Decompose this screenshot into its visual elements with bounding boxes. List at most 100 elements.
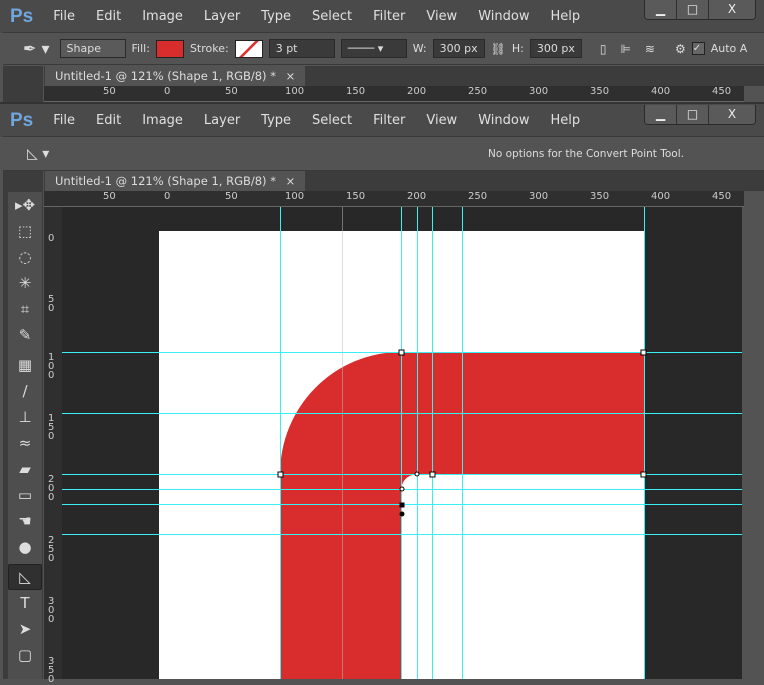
gear-icon[interactable]: ⚙ (675, 42, 686, 56)
menu-2: File Edit Image Layer Type Select Filter View Wi… (53, 113, 601, 128)
auto-add-checkbox[interactable]: ✓ (691, 42, 705, 55)
close-button[interactable]: X (709, 0, 755, 19)
ruler-label: 300 (529, 86, 549, 97)
stamp-tool-icon[interactable]: ⊥ (8, 404, 42, 430)
menu-select[interactable]: Select (312, 9, 352, 24)
vertical-ruler: 0 50 100 150 200 250 300 350 (44, 207, 62, 685)
menu-filter[interactable]: Filter (373, 113, 405, 128)
path-ops-icon[interactable]: ▯ (600, 42, 607, 56)
width-input[interactable]: 300 px (432, 39, 485, 58)
stroke-swatch[interactable] (234, 39, 263, 58)
menu-help[interactable]: Help (550, 113, 580, 128)
smudge-tool-icon[interactable]: ☚ (8, 508, 42, 534)
ruler-label: 150 (48, 413, 55, 442)
ruler-label: 200 (407, 86, 427, 97)
eraser-tool-icon[interactable]: ▰ (8, 456, 42, 482)
anchor-point (277, 471, 284, 478)
fill-swatch[interactable] (155, 39, 184, 58)
history-brush-tool-icon[interactable]: ≈ (8, 430, 42, 456)
h-label: H: (511, 42, 524, 55)
close-tab-icon[interactable]: × (286, 174, 296, 188)
gradient-tool-icon[interactable]: ▭ (8, 482, 42, 508)
menu-file[interactable]: File (53, 9, 75, 24)
path-align-icon[interactable]: ⊫ (620, 42, 630, 56)
link-icon[interactable]: ⛓ (491, 42, 506, 56)
maximize-button[interactable]: □ (677, 0, 709, 19)
minimize-button[interactable]: ▁ (645, 0, 677, 19)
ruler-label: 150 (346, 191, 366, 202)
ruler-label: 350 (590, 191, 610, 202)
magic-wand-tool-icon[interactable]: ✳ (8, 270, 42, 296)
menu-window[interactable]: Window (478, 113, 529, 128)
mode-select[interactable]: Shape (59, 39, 126, 58)
ruler-label: 450 (712, 86, 732, 97)
menu-view[interactable]: View (426, 9, 457, 24)
auto-add-label: Auto A (710, 42, 748, 55)
path-arrange-icon[interactable]: ≋ (645, 42, 655, 56)
menu-type[interactable]: Type (261, 113, 291, 128)
tab-title: Untitled-1 @ 121% (Shape 1, RGB/8) * (55, 174, 276, 188)
ruler-label: 50 (103, 191, 116, 202)
document-tab-2[interactable]: Untitled-1 @ 121% (Shape 1, RGB/8) * × (45, 171, 306, 191)
ruler-label: 50 (225, 191, 238, 202)
menu-window[interactable]: Window (478, 9, 529, 24)
move-tool-icon[interactable]: ▸✥ (8, 192, 42, 218)
marquee-tool-icon[interactable]: ⬚ (8, 218, 42, 244)
document-tab-1[interactable]: Untitled-1 @ 121% (Shape 1, RGB/8) * × (45, 66, 306, 86)
eyedropper-tool-icon[interactable]: ✎ (8, 322, 42, 348)
convert-point-tool-icon[interactable]: ◺ ▾ (27, 146, 49, 162)
anchor-point (398, 349, 405, 356)
horizontal-ruler-1: 50 0 50 100 150 200 250 300 350 400 450 (44, 86, 744, 102)
height-input[interactable]: 300 px (529, 39, 582, 58)
ps-logo: Ps (10, 109, 34, 131)
menu-select[interactable]: Select (312, 113, 352, 128)
menu-layer[interactable]: Layer (204, 9, 240, 24)
w-label: W: (412, 42, 427, 55)
convert-point-tool-icon[interactable]: ◺ (8, 564, 42, 590)
ruler-label: 300 (529, 191, 549, 202)
ruler-label: 100 (48, 352, 55, 381)
ruler-label: 400 (651, 191, 671, 202)
stroke-width-input[interactable]: 3 pt (268, 39, 335, 58)
ruler-label: 50 (103, 86, 116, 97)
ruler-label: 100 (285, 191, 305, 202)
rectangle-tool-icon[interactable]: ▢ (8, 642, 42, 668)
menu-edit[interactable]: Edit (96, 113, 121, 128)
menu-view[interactable]: View (426, 113, 457, 128)
maximize-button[interactable]: □ (677, 105, 709, 124)
path-selection-tool-icon[interactable]: ➤ (8, 616, 42, 642)
anchor-point (429, 471, 436, 478)
lasso-tool-icon[interactable]: ◌ (8, 244, 42, 270)
type-tool-icon[interactable]: T (8, 590, 42, 616)
anchor-point (640, 349, 647, 356)
close-button[interactable]: X (709, 105, 755, 124)
menu-help[interactable]: Help (550, 9, 580, 24)
menu-type[interactable]: Type (261, 9, 291, 24)
menu-file[interactable]: File (53, 113, 75, 128)
pen-tool-icon[interactable]: ✒ ▾ (23, 39, 50, 58)
brush-tool-icon[interactable]: ∕ (8, 378, 42, 404)
menu-filter[interactable]: Filter (373, 9, 405, 24)
dodge-tool-icon[interactable]: ● (8, 534, 42, 560)
ruler-label: 400 (651, 86, 671, 97)
options-message: No options for the Convert Point Tool. (488, 147, 684, 160)
menu-layer[interactable]: Layer (204, 113, 240, 128)
healing-tool-icon[interactable]: ▦ (8, 352, 42, 378)
ruler-label: 350 (590, 86, 610, 97)
crop-tool-icon[interactable]: ⌗ (8, 296, 42, 322)
menu-1: File Edit Image Layer Type Select Filter View Wi… (53, 9, 601, 24)
ruler-label: 100 (285, 86, 305, 97)
window-controls-2: ▁ □ X (644, 105, 756, 125)
menu-image[interactable]: Image (142, 113, 183, 128)
canvas-area[interactable] (62, 207, 742, 679)
anchor-point (399, 502, 405, 508)
menu-edit[interactable]: Edit (96, 9, 121, 24)
horizontal-ruler-2: 50 0 50 100 150 200 250 300 350 400 450 (44, 191, 744, 207)
minimize-button[interactable]: ▁ (645, 105, 677, 124)
ruler-label: 50 (48, 294, 55, 314)
close-tab-icon[interactable]: × (286, 69, 296, 83)
menu-image[interactable]: Image (142, 9, 183, 24)
anchor-point (414, 471, 420, 477)
stroke-type-select[interactable]: ──── ▾ (340, 39, 407, 58)
ruler-label: 200 (407, 191, 427, 202)
